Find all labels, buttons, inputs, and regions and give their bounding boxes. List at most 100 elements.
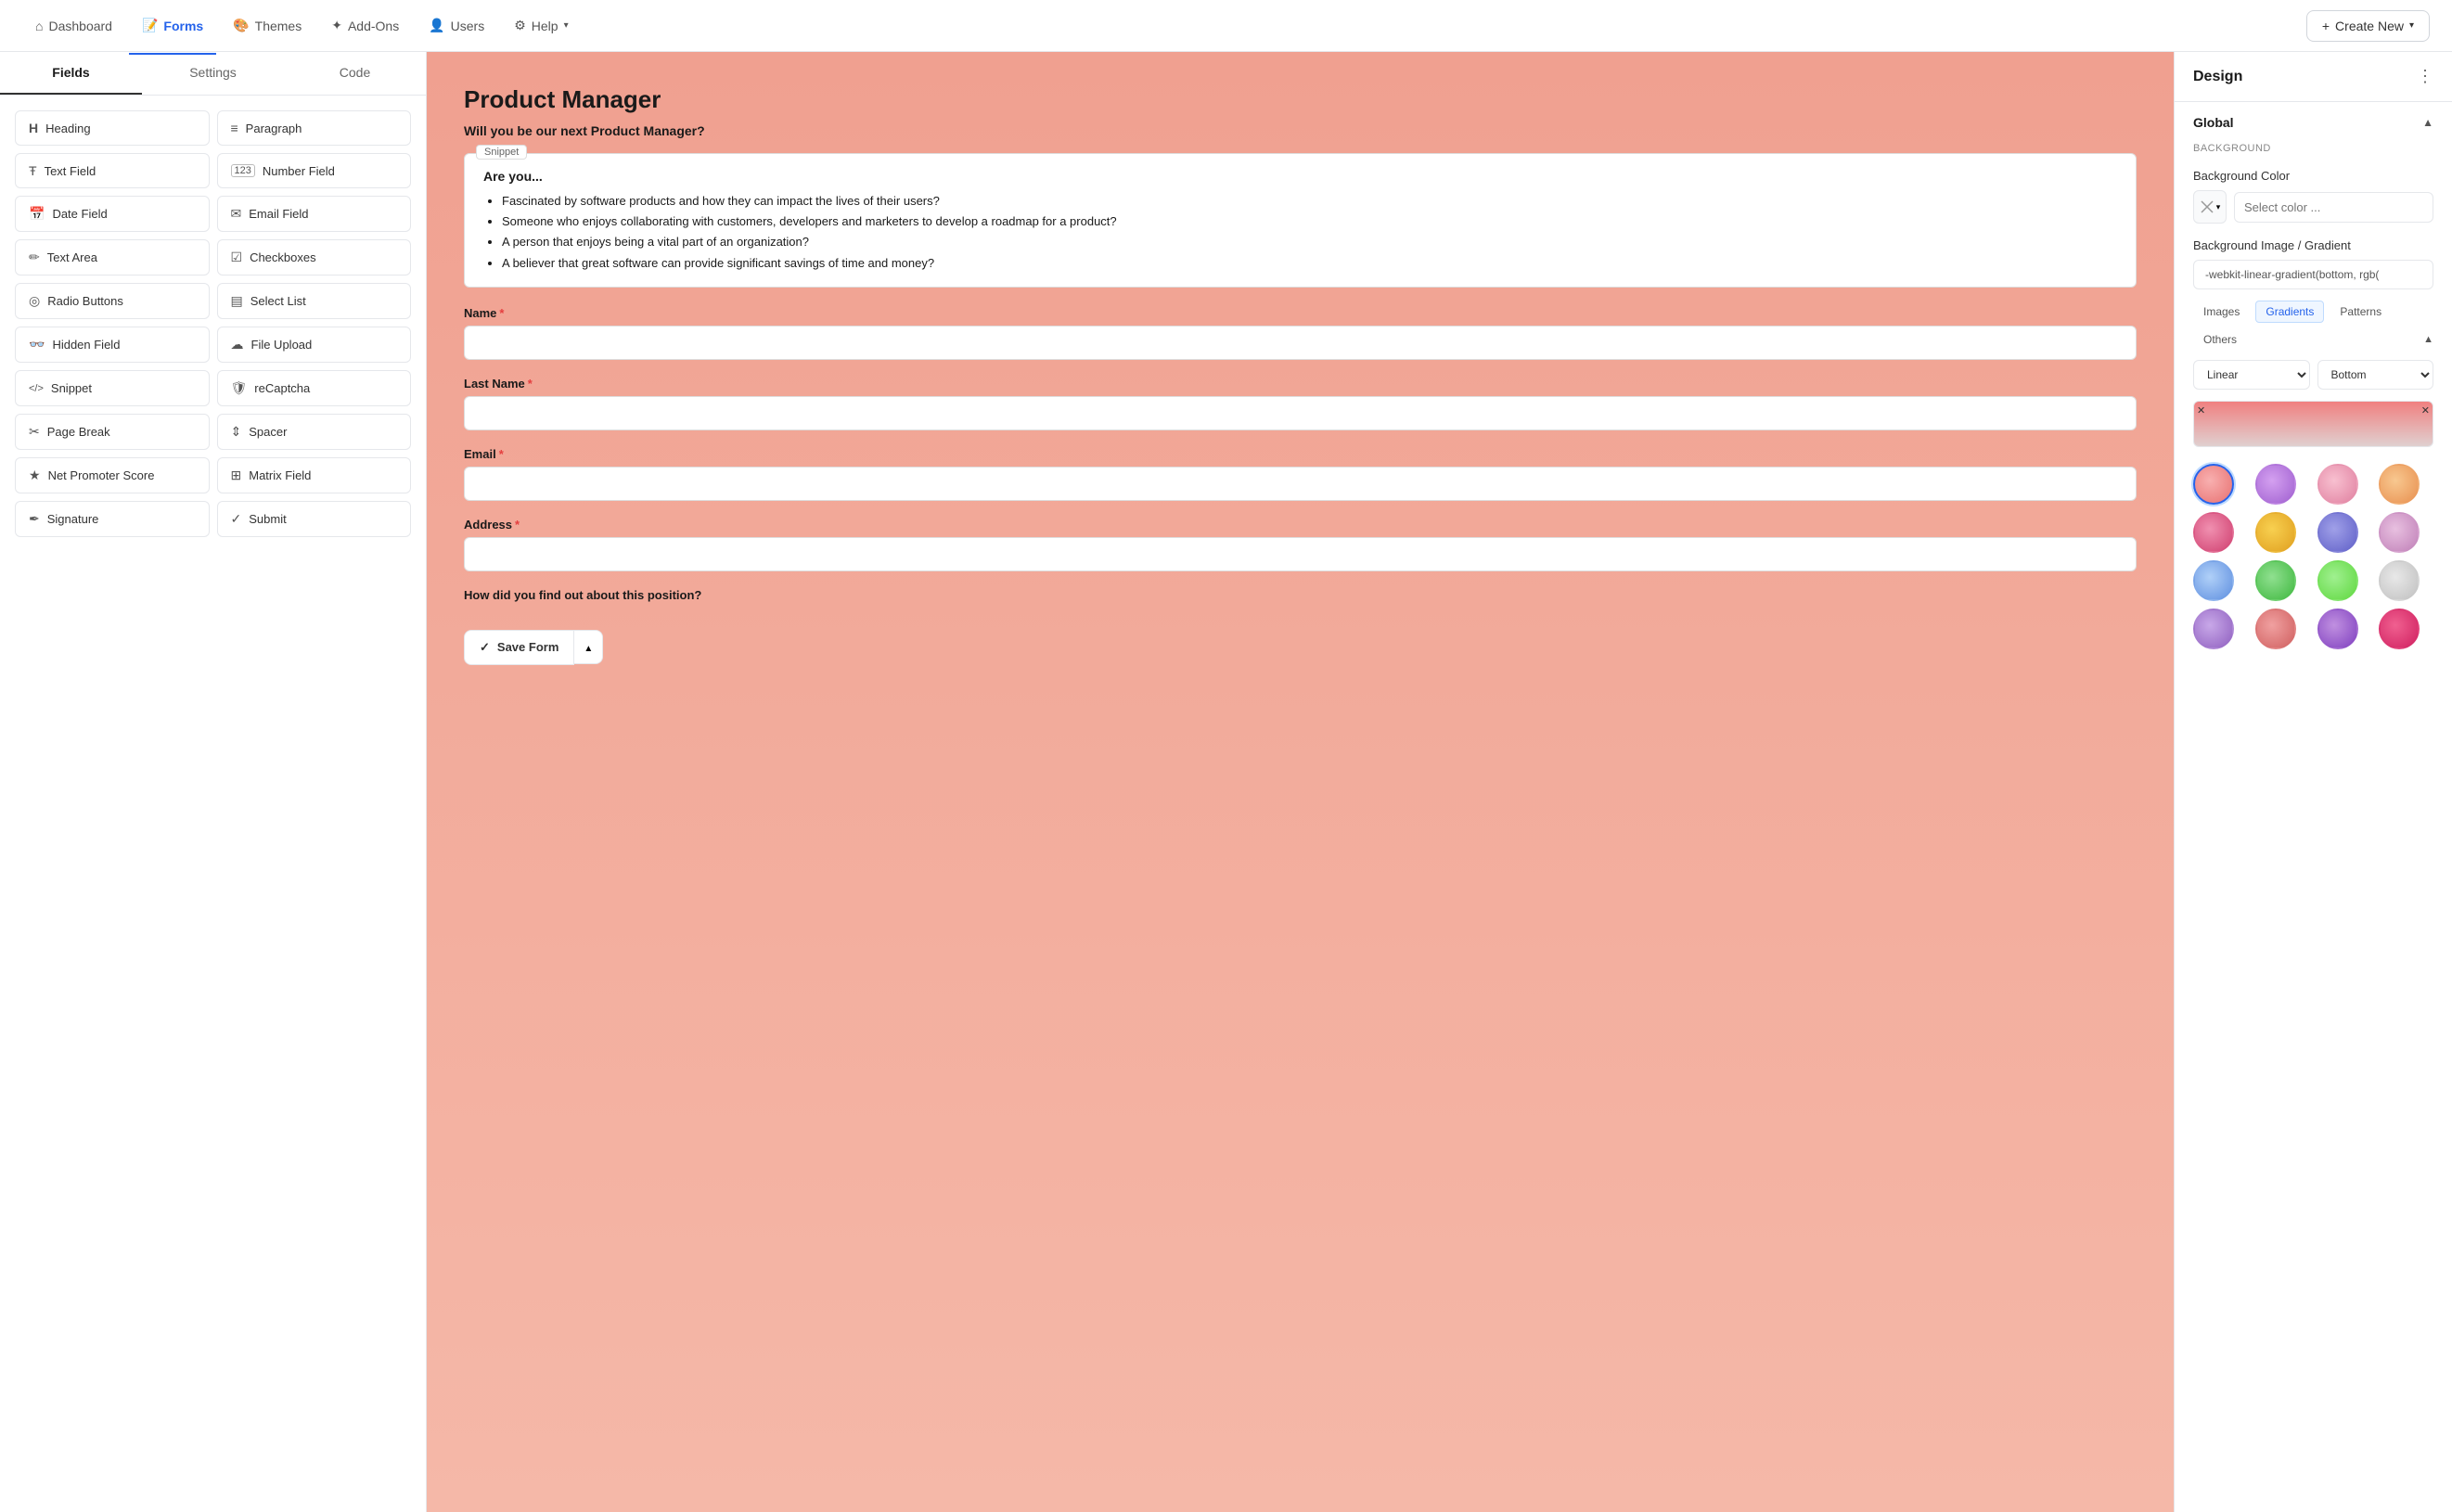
field-hidden-field-label: Hidden Field: [52, 338, 120, 352]
field-recaptcha-label: reCaptcha: [254, 381, 310, 395]
gradient-stop-left-close-icon[interactable]: ✕: [2197, 404, 2205, 416]
matrix-field-icon: ⊞: [231, 468, 242, 483]
field-recaptcha[interactable]: 🛡 reCaptcha: [217, 370, 412, 406]
gradient-tabs-collapse-icon[interactable]: ▲: [2423, 334, 2433, 345]
section-global-header: Global ▲: [2175, 102, 2452, 139]
tab-code[interactable]: Code: [284, 52, 426, 95]
color-swatch-7[interactable]: [2317, 512, 2358, 553]
gradient-type-select[interactable]: Linear Radial: [2193, 360, 2310, 390]
field-hidden-field[interactable]: 👓 Hidden Field: [15, 327, 210, 363]
color-swatch-6[interactable]: [2255, 512, 2296, 553]
tab-fields[interactable]: Fields: [0, 52, 142, 95]
field-checkboxes[interactable]: ☑ Checkboxes: [217, 239, 412, 275]
nav-addons[interactable]: ✦ Add-Ons: [318, 12, 412, 39]
gtab-patterns[interactable]: Patterns: [2330, 301, 2392, 323]
create-new-button[interactable]: + Create New ▾: [2306, 10, 2430, 42]
field-radio-buttons[interactable]: ◎ Radio Buttons: [15, 283, 210, 319]
field-heading[interactable]: H Heading: [15, 110, 210, 146]
field-select-list[interactable]: ▤ Select List: [217, 283, 412, 319]
nav-forms[interactable]: 📝 Forms: [129, 12, 216, 39]
color-swatch-15[interactable]: [2317, 609, 2358, 649]
left-panel: Fields Settings Code H Heading ≡ Paragra…: [0, 52, 427, 1512]
field-matrix-field[interactable]: ⊞ Matrix Field: [217, 457, 412, 493]
right-panel-header: Design ⋮: [2175, 52, 2452, 102]
select-list-icon: ▤: [231, 293, 243, 309]
bg-color-row: Background Color ▾: [2175, 161, 2452, 235]
save-bar: ✓ Save Form ▲: [464, 619, 2137, 665]
field-net-promoter-score[interactable]: ★ Net Promoter Score: [15, 457, 210, 493]
tab-settings[interactable]: Settings: [142, 52, 284, 95]
radio-buttons-icon: ◎: [29, 293, 40, 309]
gtab-images[interactable]: Images: [2193, 301, 2250, 323]
field-paragraph[interactable]: ≡ Paragraph: [217, 110, 412, 146]
page-break-icon: ✂: [29, 424, 40, 440]
field-spacer-label: Spacer: [249, 425, 287, 439]
gradient-preview-area: ✕ ✕: [2193, 401, 2433, 447]
color-swatch-button[interactable]: ▾: [2193, 190, 2227, 224]
list-item: Fascinated by software products and how …: [502, 193, 2117, 210]
field-text-field[interactable]: Ŧ Text Field: [15, 153, 210, 188]
field-date-field[interactable]: 📅 Date Field: [15, 196, 210, 232]
gradient-preview-bar: [2193, 401, 2433, 447]
form-preview: Product Manager Will you be our next Pro…: [427, 52, 2174, 1512]
field-page-break[interactable]: ✂ Page Break: [15, 414, 210, 450]
field-snippet[interactable]: </> Snippet: [15, 370, 210, 406]
color-swatch-13[interactable]: [2193, 609, 2234, 649]
save-check-icon: ✓: [480, 640, 490, 655]
save-form-dropdown-button[interactable]: ▲: [574, 630, 603, 664]
address-input[interactable]: [464, 537, 2137, 571]
name-input[interactable]: [464, 326, 2137, 360]
form-label-name: Name *: [464, 306, 2137, 320]
required-indicator: *: [515, 518, 520, 532]
color-swatch-11[interactable]: [2317, 560, 2358, 601]
color-swatch-4[interactable]: [2379, 464, 2420, 505]
field-text-area[interactable]: ✏ Text Area: [15, 239, 210, 275]
field-matrix-field-label: Matrix Field: [249, 468, 311, 482]
field-email-field[interactable]: ✉ Email Field: [217, 196, 412, 232]
submit-icon: ✓: [231, 511, 242, 527]
gtab-gradients[interactable]: Gradients: [2255, 301, 2324, 323]
nav-help-label: Help: [532, 19, 558, 33]
color-swatch-14[interactable]: [2255, 609, 2296, 649]
email-input[interactable]: [464, 467, 2137, 501]
save-form-button[interactable]: ✓ Save Form: [464, 630, 574, 665]
color-swatch-10[interactable]: [2255, 560, 2296, 601]
field-number-field[interactable]: 123 Number Field: [217, 153, 412, 188]
field-submit[interactable]: ✓ Submit: [217, 501, 412, 537]
color-swatch-16[interactable]: [2379, 609, 2420, 649]
nav-help[interactable]: ⚙ Help ▾: [501, 12, 581, 39]
nav-users[interactable]: 👤 Users: [416, 12, 497, 39]
color-swatch-3[interactable]: [2317, 464, 2358, 505]
snippet-box: Snippet Are you... Fascinated by softwar…: [464, 153, 2137, 288]
gradient-stop-right-close-icon[interactable]: ✕: [2421, 404, 2430, 416]
field-file-upload[interactable]: ☁ File Upload: [217, 327, 412, 363]
color-swatch-2[interactable]: [2255, 464, 2296, 505]
gradient-tabs: Images Gradients Patterns Others ▲: [2175, 301, 2452, 360]
collapse-section-icon[interactable]: ▲: [2422, 116, 2433, 129]
snippet-badge: Snippet: [476, 145, 527, 160]
more-options-icon[interactable]: ⋮: [2417, 67, 2433, 86]
list-item: A believer that great software can provi…: [502, 255, 2117, 272]
form-title: Product Manager: [464, 85, 2137, 114]
color-text-input[interactable]: [2234, 192, 2433, 223]
nav-dashboard[interactable]: ⌂ Dashboard: [22, 13, 125, 39]
color-swatch-5[interactable]: [2193, 512, 2234, 553]
checkboxes-icon: ☑: [231, 250, 243, 265]
nav-themes[interactable]: 🎨 Themes: [220, 12, 315, 39]
snippet-heading: Are you...: [483, 169, 2117, 184]
gradient-direction-select[interactable]: Bottom Top Left Right: [2317, 360, 2434, 390]
nps-icon: ★: [29, 468, 41, 483]
gtab-others[interactable]: Others: [2193, 328, 2247, 351]
color-swatch-1[interactable]: [2193, 464, 2234, 505]
last-name-input[interactable]: [464, 396, 2137, 430]
field-signature[interactable]: ✒ Signature: [15, 501, 210, 537]
color-swatch-12[interactable]: [2379, 560, 2420, 601]
color-swatch-9[interactable]: [2193, 560, 2234, 601]
create-new-label: Create New: [2335, 19, 2404, 33]
color-swatch-8[interactable]: [2379, 512, 2420, 553]
background-subsection-label: Background: [2175, 139, 2452, 161]
field-spacer[interactable]: ⇕ Spacer: [217, 414, 412, 450]
spacer-icon: ⇕: [231, 424, 242, 440]
form-field-email: Email *: [464, 447, 2137, 501]
snippet-icon: </>: [29, 383, 44, 394]
